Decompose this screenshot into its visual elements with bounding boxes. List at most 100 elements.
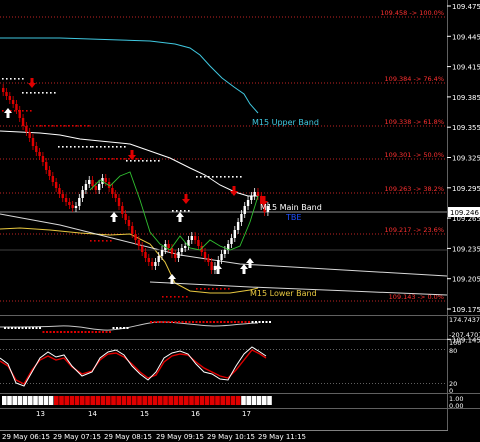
cci-dot bbox=[32, 327, 34, 329]
cci-dot bbox=[70, 331, 73, 333]
upper-band-label: M15 Upper Band bbox=[252, 118, 319, 127]
stop-dot bbox=[180, 210, 182, 212]
histogram-bar bbox=[163, 396, 168, 405]
stop-dot bbox=[30, 110, 32, 112]
stop-dot bbox=[2, 110, 4, 112]
histogram-bar bbox=[184, 396, 189, 405]
candle-body bbox=[137, 240, 141, 246]
stop-dot bbox=[170, 296, 172, 298]
stop-dot bbox=[30, 92, 32, 94]
stop-dot bbox=[212, 176, 214, 178]
candle-body bbox=[124, 214, 127, 220]
price-tick-label: 109.205 bbox=[452, 276, 480, 284]
candle-body bbox=[121, 206, 124, 214]
candle-body bbox=[5, 92, 8, 96]
candle-body bbox=[180, 248, 184, 252]
fib-level-label: 109.458 -> 100.0% bbox=[380, 9, 444, 17]
cci-dot bbox=[95, 331, 97, 333]
stop-dot bbox=[96, 146, 98, 148]
cci-dot bbox=[241, 321, 243, 323]
candle-body bbox=[236, 222, 240, 230]
stop-dot bbox=[220, 176, 222, 178]
candle-body bbox=[15, 104, 18, 110]
price-axis: 109.475 109.445 109.415 109.385 109.355 109.3… bbox=[447, 3, 480, 344]
candle-body bbox=[150, 262, 154, 266]
stop-dot bbox=[116, 158, 118, 160]
stop-dot bbox=[42, 92, 44, 94]
stop-dot bbox=[70, 146, 72, 148]
histogram-bar bbox=[111, 396, 116, 405]
cci-dot bbox=[265, 321, 268, 323]
trading-chart[interactable]: 109.475 109.445 109.415 109.385 109.355 109.3… bbox=[0, 0, 480, 442]
cci-dot bbox=[199, 321, 201, 323]
candle-body bbox=[220, 254, 223, 260]
stop-dot bbox=[10, 78, 12, 80]
stop-dot bbox=[116, 146, 118, 148]
candle-body bbox=[160, 250, 164, 256]
cci-dot bbox=[116, 327, 118, 329]
candle-body bbox=[21, 118, 25, 126]
stop-dot bbox=[142, 160, 144, 162]
buy-arrow-icon bbox=[176, 212, 184, 222]
histogram-bar bbox=[74, 396, 80, 405]
stop-dot bbox=[110, 240, 112, 242]
stop-dot bbox=[120, 158, 122, 160]
cci-dot bbox=[248, 321, 250, 323]
stop-dot bbox=[216, 176, 218, 178]
fib-level-label: 109.301 -> 50.0% bbox=[385, 151, 444, 159]
cci-dot bbox=[56, 331, 59, 333]
stop-dot bbox=[50, 92, 52, 94]
stop-dot bbox=[224, 288, 226, 290]
stop-dot bbox=[212, 288, 214, 290]
fibonacci-levels: 109.458 -> 100.0% 109.384 -> 76.4% 109.338… bbox=[0, 9, 447, 302]
stop-dot bbox=[96, 158, 98, 160]
candle-body bbox=[253, 192, 256, 196]
stop-dot bbox=[60, 125, 62, 127]
histogram-bar bbox=[17, 396, 23, 405]
svg-text:80: 80 bbox=[449, 347, 457, 355]
stop-dot bbox=[204, 176, 206, 178]
cci-dot bbox=[60, 331, 62, 333]
cci-dot bbox=[4, 327, 6, 329]
candle-body bbox=[51, 176, 55, 182]
stop-dot bbox=[140, 158, 142, 160]
cci-dot bbox=[255, 321, 257, 323]
candle-body bbox=[230, 238, 233, 244]
stop-dot bbox=[108, 146, 110, 148]
day-label: 13 bbox=[36, 410, 45, 418]
candle-body bbox=[74, 206, 78, 208]
stop-dot bbox=[84, 125, 86, 127]
candle-body bbox=[117, 198, 121, 206]
stop-dot bbox=[22, 78, 24, 80]
stop-dot bbox=[56, 125, 58, 127]
cci-dot bbox=[35, 327, 38, 329]
candle-body bbox=[193, 236, 197, 240]
price-tick-label: 109.325 bbox=[452, 155, 480, 163]
cci-dot bbox=[63, 331, 66, 333]
candle-body bbox=[31, 138, 35, 146]
histogram-bar bbox=[236, 396, 241, 405]
cci-dot bbox=[160, 321, 163, 323]
histogram-bar bbox=[215, 396, 220, 405]
histogram-bar bbox=[189, 396, 194, 405]
histogram-bar bbox=[54, 396, 59, 405]
stop-dot bbox=[82, 146, 84, 148]
tbe-marker: TBE bbox=[285, 213, 301, 222]
candle-body bbox=[210, 262, 213, 270]
stop-dot bbox=[104, 158, 106, 160]
stop-dot bbox=[188, 210, 190, 212]
cci-dot bbox=[102, 331, 104, 333]
candle-body bbox=[61, 194, 64, 198]
stop-dot bbox=[220, 288, 222, 290]
stop-dot bbox=[94, 240, 96, 242]
histogram-bar bbox=[100, 396, 106, 405]
candle-body bbox=[8, 96, 12, 100]
stop-dot bbox=[174, 296, 176, 298]
histogram-bar bbox=[168, 396, 173, 405]
stop-dot bbox=[104, 146, 106, 148]
stop-dot bbox=[6, 78, 8, 80]
cci-dot bbox=[192, 321, 194, 323]
stop-dot bbox=[204, 288, 206, 290]
cci-dot bbox=[18, 327, 20, 329]
histogram-bar bbox=[241, 396, 246, 405]
